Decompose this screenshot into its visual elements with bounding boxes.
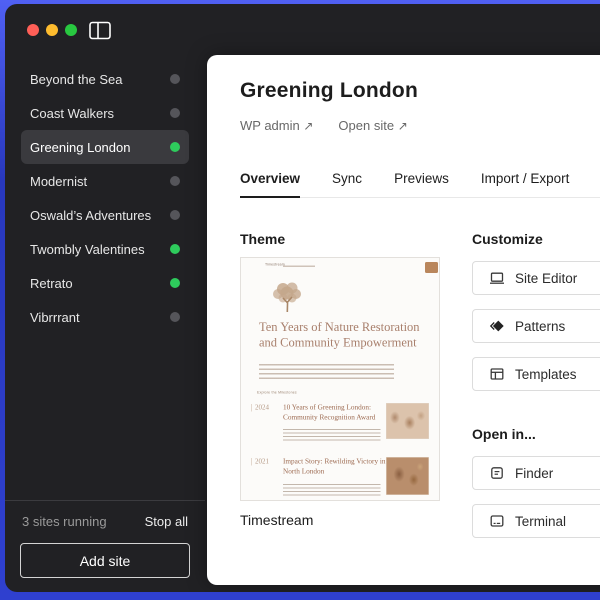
tab-previews[interactable]: Previews <box>394 167 449 198</box>
site-label: Vibrrrant <box>30 309 80 325</box>
sidebar-item-greening-london[interactable]: Greening London <box>21 130 189 164</box>
site-label: Retrato <box>30 275 73 291</box>
site-editor-icon <box>490 272 504 284</box>
theme-section: Theme Timestream Ten Years of Nature Res… <box>240 231 440 528</box>
templates-icon <box>490 368 504 380</box>
site-editor-button[interactable]: Site Editor <box>472 261 600 295</box>
theme-heading: Theme <box>240 231 286 247</box>
sidebar-item-twombly-valentines[interactable]: Twombly Valentines <box>21 232 189 266</box>
mini-milestones-label: Explore the Milestones <box>257 391 297 395</box>
status-dot <box>170 210 180 220</box>
patterns-button[interactable]: Patterns <box>472 309 600 343</box>
mini-entry-photo <box>386 457 429 495</box>
minimize-button[interactable] <box>46 24 58 36</box>
sidebar-item-vibrrrant[interactable]: Vibrrrant <box>21 300 189 334</box>
mini-nav-text <box>283 265 315 267</box>
traffic-lights <box>27 24 77 36</box>
mini-entry-year: 2024 <box>251 404 269 412</box>
site-label: Modernist <box>30 173 88 189</box>
sidebar-item-retrato[interactable]: Retrato <box>21 266 189 300</box>
finder-button[interactable]: Finder <box>472 456 600 490</box>
sidebar-footer: 3 sites running Stop all Add site <box>5 500 205 592</box>
sidebar-toggle-icon[interactable] <box>89 21 111 40</box>
tab-import-export[interactable]: Import / Export <box>481 167 570 198</box>
site-list: Beyond the Sea Coast Walkers Greening Lo… <box>5 62 205 334</box>
patterns-icon <box>489 320 504 332</box>
theme-name-caption: Timestream <box>240 512 314 528</box>
close-button[interactable] <box>27 24 39 36</box>
mini-entry-body <box>283 484 381 498</box>
sites-running-status: 3 sites running <box>22 513 107 529</box>
sidebar: Beyond the Sea Coast Walkers Greening Lo… <box>5 55 205 592</box>
mini-entry-body <box>283 429 381 443</box>
sidebar-item-modernist[interactable]: Modernist <box>21 164 189 198</box>
site-label: Greening London <box>30 139 131 155</box>
status-dot <box>170 244 180 254</box>
mini-entry-title: Impact Story: Rewilding Victory in North… <box>283 457 386 476</box>
wp-admin-link[interactable]: WP admin ↗ <box>240 118 313 133</box>
finder-icon <box>491 467 503 479</box>
open-site-link[interactable]: Open site ↗ <box>338 118 407 133</box>
tab-overview[interactable]: Overview <box>240 167 301 198</box>
page-title: Greening London <box>240 79 418 102</box>
stop-all-button[interactable]: Stop all <box>145 514 188 529</box>
add-site-button[interactable]: Add site <box>20 543 190 578</box>
actions-column: Customize Site Editor Patterns Templates… <box>472 231 600 552</box>
titlebar <box>5 4 600 55</box>
site-label: Coast Walkers <box>30 105 115 121</box>
status-dot <box>170 74 180 84</box>
status-dot <box>170 312 180 322</box>
mini-entry-title: 10 Years of Greening London: Community R… <box>283 403 376 422</box>
status-dot <box>170 142 180 152</box>
sidebar-item-oswalds-adventures[interactable]: Oswald’s Adventures <box>21 198 189 232</box>
status-dot <box>170 278 180 288</box>
theme-preview-thumbnail[interactable]: Timestream Ten Years of Nature Restorati… <box>240 257 440 501</box>
tree-illustration <box>269 280 307 316</box>
external-link-icon: ↗ <box>397 119 408 133</box>
terminal-icon <box>490 515 504 527</box>
sidebar-item-beyond-the-sea[interactable]: Beyond the Sea <box>21 62 189 96</box>
terminal-button[interactable]: Terminal <box>472 504 600 538</box>
main-panel: Greening London WP admin ↗ Open site ↗ O… <box>207 55 600 585</box>
templates-button[interactable]: Templates <box>472 357 600 391</box>
status-dot <box>170 176 180 186</box>
customize-heading: Customize <box>472 231 543 247</box>
tab-sync[interactable]: Sync <box>332 167 362 198</box>
mini-hero-paragraph <box>259 364 394 380</box>
open-in-heading: Open in... <box>472 426 536 442</box>
site-label: Oswald’s Adventures <box>30 207 152 223</box>
site-links: WP admin ↗ Open site ↗ <box>240 118 408 133</box>
tab-bar: Overview Sync Previews Import / Export <box>240 167 600 198</box>
mini-entry-year: 2021 <box>251 458 269 466</box>
mini-entry-photo <box>386 403 429 439</box>
sidebar-item-coast-walkers[interactable]: Coast Walkers <box>21 96 189 130</box>
desktop-background: { "colors": { "frame_blue": "#3d52e4", "… <box>0 0 600 600</box>
external-link-icon: ↗ <box>303 119 314 133</box>
zoom-button[interactable] <box>65 24 77 36</box>
mini-header-button <box>425 262 438 273</box>
mini-hero-heading: Ten Years of Nature Restoration and Comm… <box>259 320 420 350</box>
status-dot <box>170 108 180 118</box>
site-label: Beyond the Sea <box>30 71 123 87</box>
app-window: Beyond the Sea Coast Walkers Greening Lo… <box>5 4 600 592</box>
site-label: Twombly Valentines <box>30 241 145 257</box>
mini-site-logo: Timestream <box>265 263 285 267</box>
